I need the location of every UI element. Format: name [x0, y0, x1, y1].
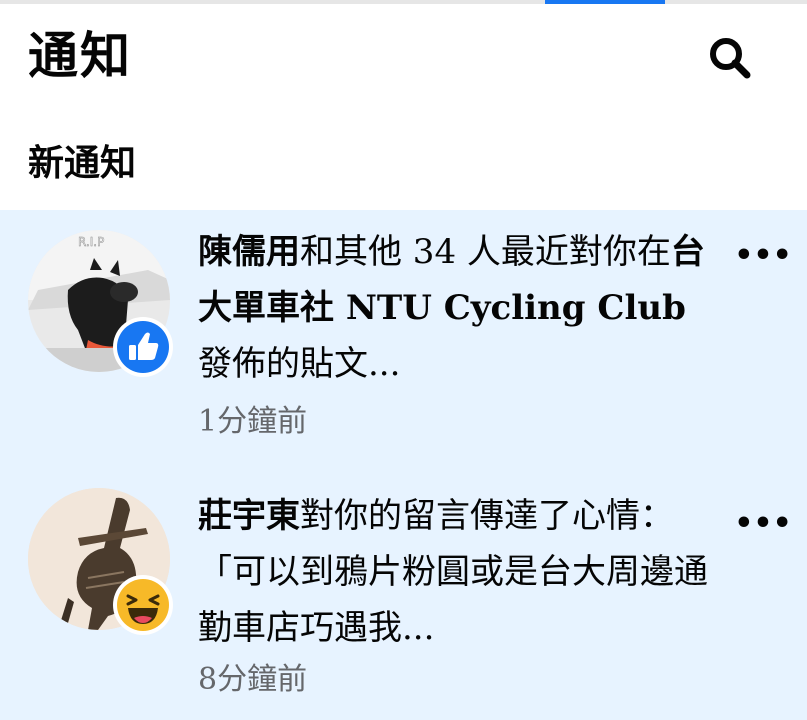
notification-item[interactable]: R.I.P 陳儒用和其他 34 人最近對你在台大單車社 NTU Cycling … — [0, 210, 807, 472]
search-button[interactable] — [700, 30, 760, 86]
header: 通知 — [0, 4, 807, 112]
notification-tail: 發佈的貼文... — [198, 344, 401, 384]
notification-list: R.I.P 陳儒用和其他 34 人最近對你在台大單車社 NTU Cycling … — [0, 210, 807, 720]
ellipsis-icon: ••• — [734, 505, 792, 541]
notification-text: 莊宇東對你的留言傳達了心情：「可以到鴉片粉圓或是台大周邊通勤車店巧遇我... — [198, 488, 708, 656]
notification-body: 和其他 34 人最近對你在 — [300, 232, 671, 272]
notification-text: 陳儒用和其他 34 人最近對你在台大單車社 NTU Cycling Club 發… — [198, 224, 708, 392]
page-title: 通知 — [28, 26, 132, 85]
avatar-badge-text: R.I.P — [78, 235, 104, 249]
more-options-button[interactable]: ••• — [734, 506, 792, 541]
haha-reaction-icon — [112, 574, 174, 636]
search-icon — [710, 38, 751, 79]
actor-name: 莊宇東 — [198, 496, 300, 536]
actor-name: 陳儒用 — [198, 232, 300, 272]
ellipsis-icon: ••• — [734, 237, 792, 273]
notifications-page: 通知 新通知 R.I.P 陳儒用和其他 34 人最近對你在台大單車社 NTU C… — [0, 0, 807, 720]
timestamp: 8分鐘前 — [198, 662, 308, 697]
like-reaction-icon — [112, 316, 174, 378]
more-options-button[interactable]: ••• — [734, 238, 792, 273]
notification-item[interactable]: 莊宇東對你的留言傳達了心情：「可以到鴉片粉圓或是台大周邊通勤車店巧遇我... 8… — [0, 472, 807, 720]
timestamp: 1分鐘前 — [198, 404, 308, 439]
section-title-new: 新通知 — [28, 142, 137, 184]
